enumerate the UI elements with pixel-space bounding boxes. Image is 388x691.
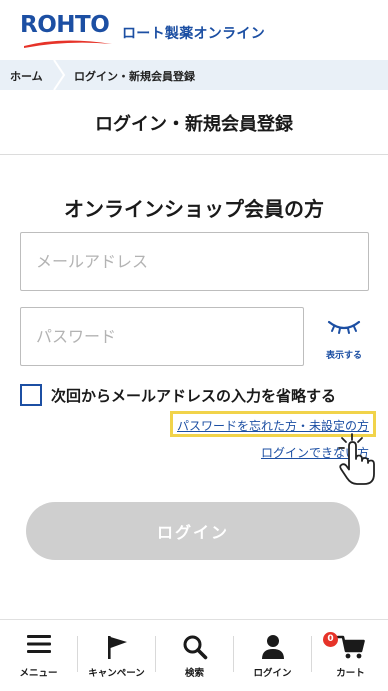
site-header: ROHTO ロート製薬オンライン <box>0 0 388 60</box>
tab-login[interactable]: ログイン <box>234 620 311 691</box>
remember-email-checkbox[interactable] <box>20 384 42 406</box>
hand-pointer-icon <box>338 433 375 485</box>
tab-search-label: 検索 <box>184 668 204 679</box>
show-password-label: 表示する <box>325 351 362 361</box>
show-password-button[interactable]: 表示する <box>318 318 370 364</box>
tab-search[interactable]: 検索 <box>156 620 233 691</box>
breadcrumb-separator-icon <box>53 60 66 90</box>
logo-swoosh-icon <box>24 40 112 48</box>
password-field[interactable] <box>20 307 304 366</box>
flag-icon <box>107 636 127 659</box>
site-name: ロート製薬オンライン <box>122 26 265 42</box>
rohto-logo[interactable]: ROHTO <box>20 12 114 52</box>
tab-menu-label: メニュー <box>19 668 58 679</box>
tab-cart-label: カート <box>336 668 365 679</box>
breadcrumb-current: ログイン・新規会員登録 <box>74 70 195 83</box>
bottom-tab-bar: メニュー キャンペーン 検索 ログイン カート <box>0 619 388 691</box>
user-icon <box>261 635 284 659</box>
tab-cart[interactable]: カート <box>312 620 388 691</box>
logo-wordmark: ROHTO <box>20 12 110 38</box>
tab-campaign[interactable]: キャンペーン <box>78 620 155 691</box>
email-field[interactable] <box>20 232 369 291</box>
breadcrumb: ホーム ログイン・新規会員登録 <box>0 60 388 90</box>
tab-login-label: ログイン <box>253 668 292 679</box>
tab-campaign-label: キャンペーン <box>88 668 145 679</box>
shopping-cart-icon <box>336 635 365 659</box>
page-title: ログイン・新規会員登録 <box>95 114 293 135</box>
title-divider <box>0 154 388 155</box>
remember-email-label: 次回からメールアドレスの入力を省略する <box>51 387 337 405</box>
closed-eye-icon <box>327 320 361 334</box>
tab-menu[interactable]: メニュー <box>0 620 77 691</box>
hamburger-menu-icon <box>26 635 51 653</box>
member-section-title: オンラインショップ会員の方 <box>64 197 324 221</box>
login-button[interactable]: ログイン <box>26 502 360 560</box>
search-icon <box>183 635 207 660</box>
cart-count-badge: 0 <box>323 632 338 647</box>
breadcrumb-home-link[interactable]: ホーム <box>10 68 43 84</box>
